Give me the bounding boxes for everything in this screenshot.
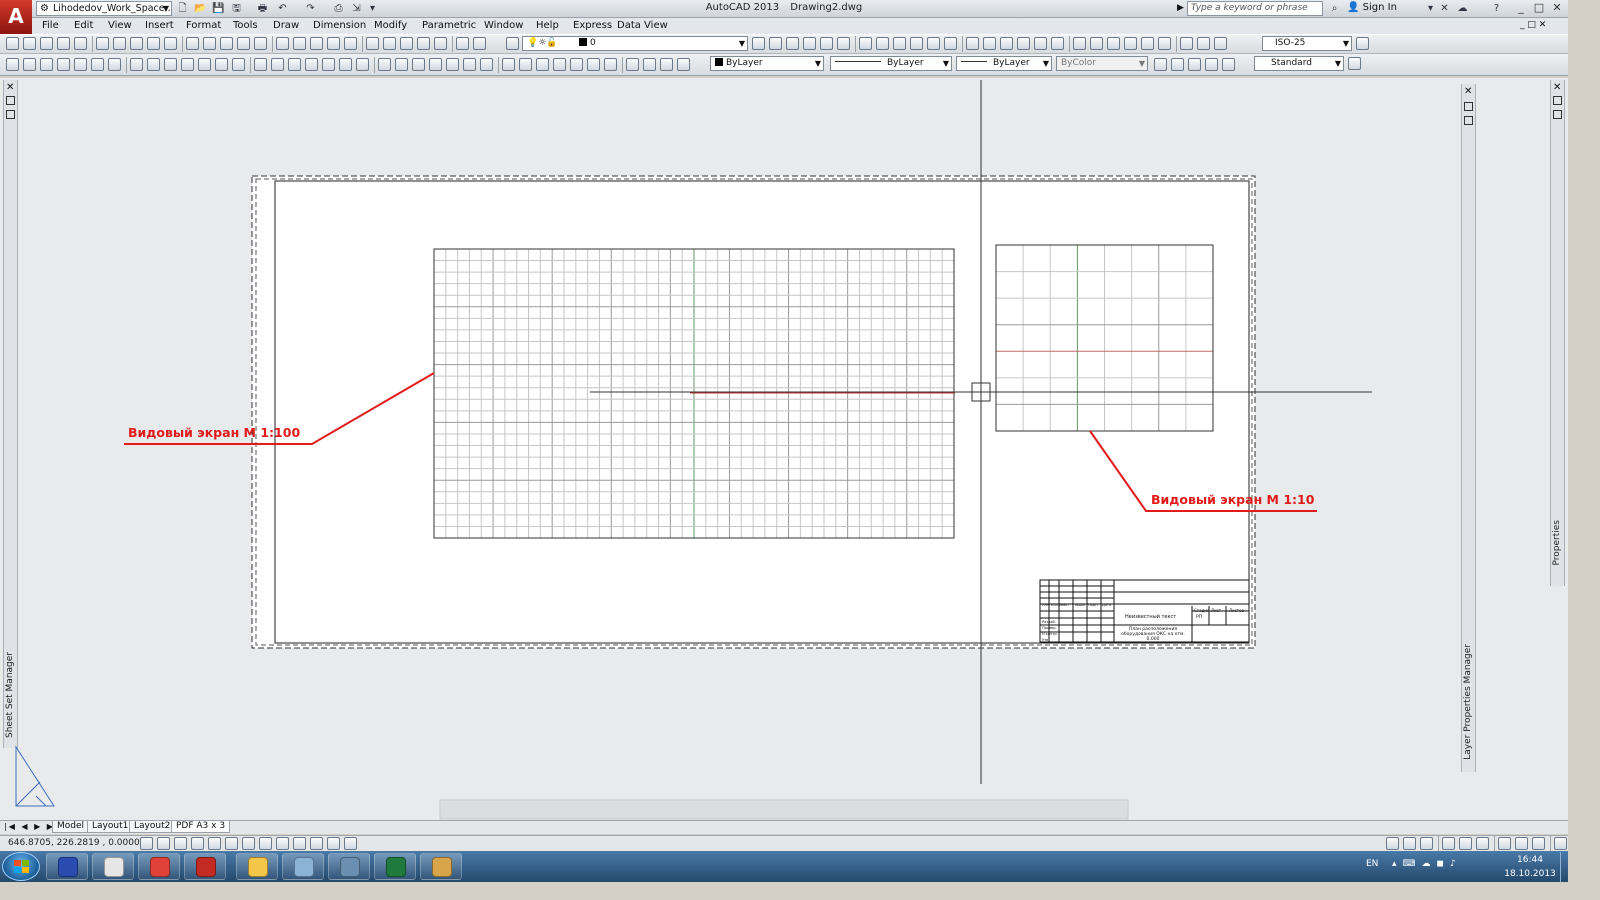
tray-tool-icon-10[interactable] [1554, 837, 1567, 850]
drafting-toggle-icon-4[interactable] [191, 837, 204, 850]
paint-icon [432, 857, 452, 877]
tab-layout2[interactable]: Layout2 [129, 821, 176, 833]
taskbar-folder-button[interactable] [236, 853, 278, 880]
drafting-toggle-icon-13[interactable] [344, 837, 357, 850]
taskbar-paint-button[interactable] [420, 853, 462, 880]
excel-icon [386, 857, 406, 877]
taskbar-floppy-disk-button[interactable] [46, 853, 88, 880]
title-block-column-label: Изм. [1042, 603, 1051, 607]
command-line-ghost [439, 799, 1129, 820]
drafting-toggle-icon-11[interactable] [310, 837, 323, 850]
tray-tool-icon-2[interactable] [1403, 837, 1416, 850]
tab-layout1[interactable]: Layout1 [87, 821, 134, 833]
system-tray-icons[interactable]: ▴⌨☁◼♪ [1392, 859, 1462, 869]
toolbar-separator [1550, 836, 1551, 852]
tray-tool-icon-1[interactable] [1386, 837, 1399, 850]
tray-tool-icon-9[interactable] [1532, 837, 1545, 850]
ucs-icon [15, 745, 55, 807]
network-icon [340, 857, 360, 877]
autocad-logo-icon: A [8, 4, 24, 28]
taskbar-excel-button[interactable] [374, 853, 416, 880]
title-block-sheet-label: Лист [1211, 608, 1222, 613]
tray-tool-icon-5[interactable] [1459, 837, 1472, 850]
drafting-toggle-icon-5[interactable] [208, 837, 221, 850]
drafting-toggle-icon-10[interactable] [293, 837, 306, 850]
drafting-toggle-icon-1[interactable] [140, 837, 153, 850]
tray-tool-icon-3[interactable] [1420, 837, 1433, 850]
taskbar-autocad-button[interactable] [184, 853, 226, 880]
floppy-disk-icon [58, 857, 78, 877]
tray-tool-icon-7[interactable] [1498, 837, 1511, 850]
toolbar-separator [1494, 836, 1495, 852]
layout-tab-bar [0, 820, 1568, 834]
calculator-icon [104, 857, 124, 877]
drafting-toggle-icon-3[interactable] [174, 837, 187, 850]
notebook-icon [294, 857, 314, 877]
tray-tool-icon-4[interactable] [1442, 837, 1455, 850]
annotation-viewport-1-10: Видовый экран М 1:10 [1151, 492, 1315, 507]
title-block-column-label: Лист [1061, 603, 1070, 607]
title-block-column-label: №док [1075, 603, 1086, 607]
taskbar-network-button[interactable] [328, 853, 370, 880]
taskbar-calculator-button[interactable] [92, 853, 134, 880]
coordinates-readout[interactable]: 646.8705, 226.2819 , 0.0000 [8, 838, 140, 848]
language-indicator[interactable]: EN [1366, 859, 1378, 869]
drafting-toggle-icon-8[interactable] [259, 837, 272, 850]
title-block-role-label: Провер. [1042, 626, 1057, 630]
drafting-toggle-icon-12[interactable] [327, 837, 340, 850]
title-block-description: План расположения оборудования ОКС на от… [1121, 627, 1185, 642]
title-block-name: Неизвестный текст [1125, 614, 1177, 620]
clock-time[interactable]: 16:44 [1508, 855, 1552, 865]
taskbar-notebook-button[interactable] [282, 853, 324, 880]
title-block-role-label: Разраб. [1042, 620, 1056, 624]
title-block-stage-value: РП [1196, 615, 1203, 620]
autocad-icon [196, 857, 216, 877]
title-block-column-label: Подп. [1088, 603, 1099, 607]
title-block-role-label: Утв. [1042, 638, 1050, 642]
chrome-icon [150, 857, 170, 877]
autocad-app-menu-button[interactable]: A [0, 0, 32, 34]
taskbar-chrome-button[interactable] [138, 853, 180, 880]
tab-model[interactable]: Model [52, 821, 90, 833]
drafting-toggle-icon-9[interactable] [276, 837, 289, 850]
title-block-stage-label: Стадия [1194, 608, 1210, 613]
drafting-toggle-icon-2[interactable] [157, 837, 170, 850]
tray-tool-icon-8[interactable] [1515, 837, 1528, 850]
tray-tool-icon-6[interactable] [1476, 837, 1489, 850]
status-tray-icons [1386, 836, 1567, 852]
drafting-toggles [140, 837, 380, 850]
title-block-column-label: Дата [1102, 603, 1112, 607]
tab-pdf-a3[interactable]: PDF A3 x 3 [171, 821, 231, 833]
toolbar-separator [1438, 836, 1439, 852]
annotation-viewport-1-100: Видовый экран М 1:100 [128, 425, 301, 440]
folder-icon [248, 857, 268, 877]
drawing-sheet [15, 80, 1372, 820]
show-desktop-button[interactable] [1560, 852, 1568, 882]
title-block-sheets-label: Листов [1229, 608, 1244, 613]
drafting-toggle-icon-6[interactable] [225, 837, 238, 850]
taskbar-pinned-apps [46, 853, 466, 880]
windows-logo-icon [14, 860, 29, 874]
start-button[interactable] [2, 852, 40, 881]
drafting-toggle-icon-7[interactable] [242, 837, 255, 850]
clock-date[interactable]: 18.10.2013 [1502, 869, 1558, 879]
title-block-role-label: Н.контр. [1042, 632, 1058, 636]
